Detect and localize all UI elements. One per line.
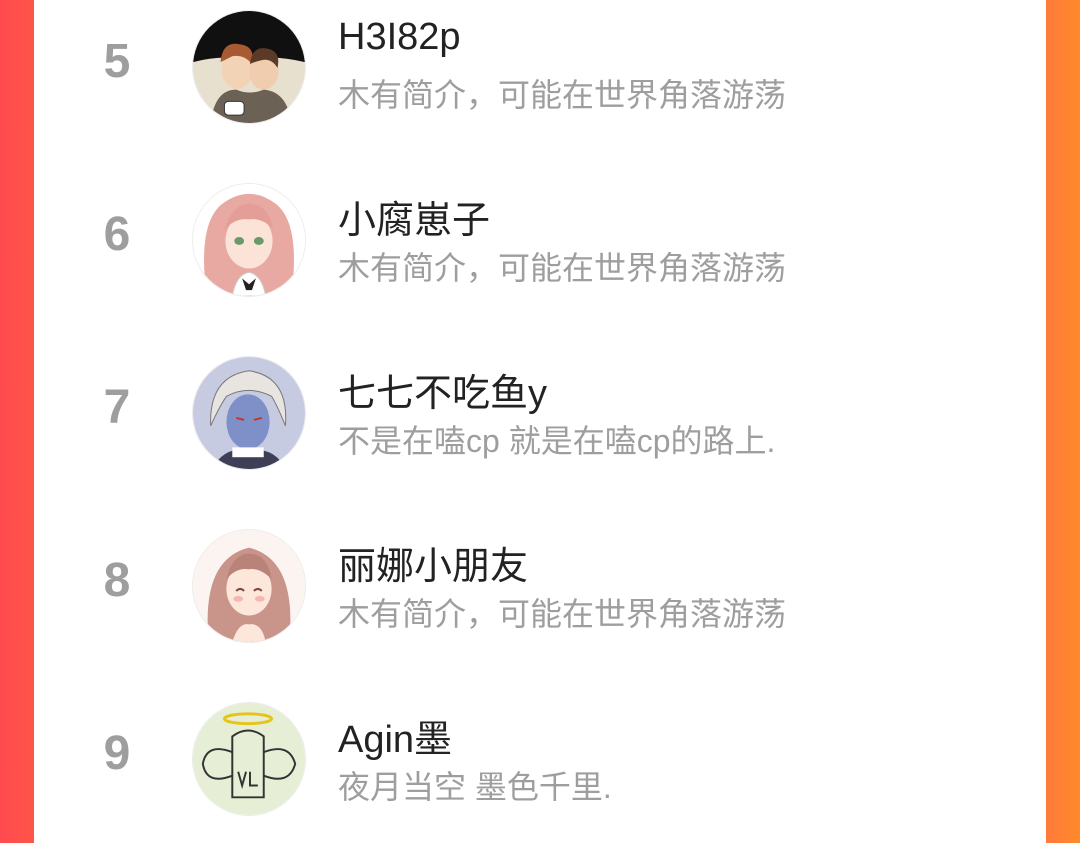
user-name[interactable]: 丽娜小朋友 <box>338 535 528 590</box>
user-bio: 不是在嗑cp 就是在嗑cp的路上. <box>338 423 776 459</box>
avatar-brown-hair-girl-icon[interactable] <box>192 529 306 643</box>
avatar-pink-hair-girl-icon[interactable] <box>192 183 306 297</box>
avatar-two-boys-icon[interactable] <box>192 10 306 124</box>
list-item[interactable]: 6 小腐崽子 木有简介，可能在世界角落游荡 <box>34 173 1046 313</box>
user-name[interactable]: 小腐崽子 <box>338 189 490 244</box>
list-item[interactable]: 5 H3I82p 木有简介，可能在世界角落游荡 <box>34 0 1046 140</box>
list-item[interactable]: 8 丽娜小朋友 木有简介，可能在世界角落游荡 <box>34 519 1046 659</box>
rank-number: 5 <box>103 35 131 88</box>
ranking-panel: 5 H3I82p 木有简介，可能在世界角落游荡 6 小腐崽子 木有简介，可能在世… <box>34 0 1046 843</box>
rank-number: 8 <box>103 554 131 607</box>
user-name[interactable]: H3I82p <box>338 16 461 59</box>
user-name[interactable]: Agin墨 <box>338 708 452 763</box>
avatar-blue-skin-character-icon[interactable] <box>192 356 306 470</box>
user-bio: 木有简介，可能在世界角落游荡 <box>338 596 787 632</box>
rank-number: 9 <box>103 727 131 780</box>
rank-number: 6 <box>103 208 131 261</box>
avatar-angel-doodle-icon[interactable] <box>192 702 306 816</box>
user-bio: 木有简介，可能在世界角落游荡 <box>338 250 787 286</box>
user-name[interactable]: 七七不吃鱼y <box>338 362 547 417</box>
rank-number: 7 <box>103 381 131 434</box>
user-bio: 木有简介，可能在世界角落游荡 <box>338 77 787 113</box>
list-item[interactable]: 9 Agin墨 夜月当空 墨色千里. <box>34 692 1046 832</box>
user-bio: 夜月当空 墨色千里. <box>338 769 612 805</box>
list-item[interactable]: 7 七七不吃鱼y 不是在嗑cp 就是在嗑cp的路上. <box>34 346 1046 486</box>
